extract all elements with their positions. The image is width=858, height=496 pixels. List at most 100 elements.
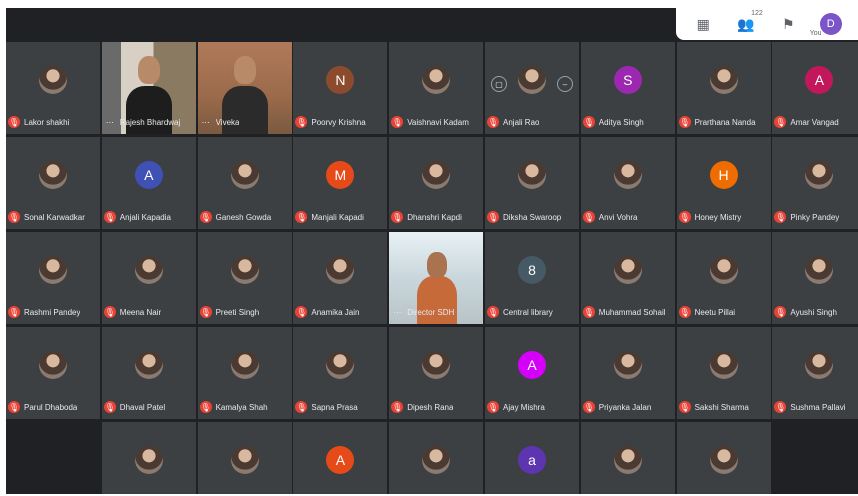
participant-tile[interactable]: 🎙 Ayushi Singh: [772, 232, 858, 324]
participant-tile[interactable]: A 🎙 Ajay Mishra: [485, 327, 579, 419]
participant-avatar: [709, 256, 738, 284]
participant-tile[interactable]: ▢ – 🎙 Anjali Rao: [485, 42, 579, 134]
participant-tile[interactable]: ⋯ Viveka: [197, 42, 292, 134]
participant-tile[interactable]: 🎙 Sushma Pallavi: [772, 327, 858, 419]
participant-tile[interactable]: 🎙 Vaishnavi Kadam: [389, 42, 484, 134]
participant-avatar: [326, 256, 355, 284]
mic-muted-icon: 🎙: [295, 306, 308, 318]
participant-avatar: [805, 161, 834, 189]
participant-grid: 🎙 Lakor shakhi ⋯ Rajesh Bhardwaj ⋯ Viveka N 🎙 Po…: [6, 42, 858, 494]
self-avatar-wrap[interactable]: D You: [810, 13, 842, 37]
participant-avatar: [422, 446, 451, 474]
mic-muted-icon: 🎙: [678, 401, 691, 413]
participant-tile[interactable]: 🎙 Sapna Prasa: [293, 327, 388, 419]
participant-tile[interactable]: 🎙 Lakor shakhi: [6, 42, 100, 134]
participant-tile[interactable]: 🎙Khushi Pandey: [389, 422, 484, 494]
participant-avatar: [709, 66, 738, 94]
participant-tile[interactable]: 🎙 Ganesh Gowda: [197, 137, 292, 229]
participant-name: Dhanshri Kapdi: [407, 212, 462, 222]
participant-avatar: [613, 256, 642, 284]
participant-avatar: [613, 446, 642, 474]
participant-avatar: M: [326, 161, 355, 189]
participant-tile[interactable]: 🎙 Meena Nair: [101, 232, 196, 324]
participant-tile[interactable]: 🎙 Pinky Pandey: [772, 137, 858, 229]
participant-name: Sonal Karwadkar: [24, 212, 85, 222]
participant-tile[interactable]: 🎙 Prarthana Nanda: [676, 42, 771, 134]
participant-tile[interactable]: 🎙 Sakshi Sharma: [676, 327, 771, 419]
participant-avatar: [805, 351, 834, 379]
mic-muted-icon: 🎙: [103, 211, 116, 223]
participant-name: Poorvy Krishna: [311, 117, 366, 127]
participant-tile[interactable]: A 🎙 Anjali Kapadia: [101, 137, 196, 229]
participant-tile[interactable]: 🎙 Kamalya Shah: [197, 327, 292, 419]
participant-tile[interactable]: a🎙Albin anthony: [485, 422, 579, 494]
participant-name-row: 🎙 Muhammad Sohail: [582, 306, 673, 318]
participant-tile[interactable]: M 🎙 Manjali Kapadi: [293, 137, 388, 229]
participant-tile[interactable]: 🎙 Dhaval Patel: [101, 327, 196, 419]
participant-avatar: [39, 161, 67, 189]
mic-muted-icon: 🎙: [678, 306, 691, 318]
more-options-icon: ⋯: [105, 117, 114, 127]
participant-tile[interactable]: 8 🎙 Central library: [485, 232, 579, 324]
participant-tile[interactable]: 🎙 Dhanshri Kapdi: [389, 137, 484, 229]
participant-tile[interactable]: 🎙 Parul Dhaboda: [6, 327, 100, 419]
remove-icon[interactable]: –: [557, 76, 573, 92]
participant-name: Pinky Pandey: [790, 212, 840, 222]
flag-icon[interactable]: ⚑: [777, 13, 799, 35]
participant-tile[interactable]: S 🎙 Aditya Singh: [580, 42, 675, 134]
participant-tile[interactable]: ⋯ Director SDH: [389, 232, 484, 324]
participant-tile[interactable]: 🎙 Muhammad Sohail: [580, 232, 675, 324]
participant-tile[interactable]: 🎙 Anamika Jain: [293, 232, 388, 324]
participant-tile[interactable]: N 🎙 Poorvy Krishna: [293, 42, 388, 134]
participant-name: Vaishnavi Kadam: [407, 117, 469, 127]
participant-avatar: [134, 446, 163, 474]
participant-avatar: A: [134, 161, 163, 189]
more-options-icon: ⋯: [201, 117, 210, 127]
participant-name: Kamalya Shah: [215, 402, 268, 412]
participant-name: Rashmi Pandey: [24, 307, 81, 317]
participant-tile[interactable]: 🎙 Diksha Swaroop: [485, 137, 579, 229]
participant-avatar: [422, 351, 451, 379]
participant-tile[interactable]: 🎙RAMAN KOHLI: [580, 422, 675, 494]
mic-muted-icon: 🎙: [295, 211, 308, 223]
people-icon[interactable]: 👥 122: [735, 10, 763, 35]
participant-avatar: S: [613, 66, 642, 94]
participant-tile[interactable]: ⋯ Rajesh Bhardwaj: [101, 42, 196, 134]
participants-count: 122: [751, 10, 763, 17]
mic-muted-icon: 🎙: [391, 116, 404, 128]
participant-name: Central library: [503, 307, 553, 317]
participant-tile[interactable]: 🎙 Preeti Singh: [197, 232, 292, 324]
participant-tile[interactable]: H 🎙 Honey Mistry: [676, 137, 771, 229]
participant-name-row: 🎙 Amar Vangad: [774, 116, 858, 128]
people-grid-icon[interactable]: ▦: [692, 13, 714, 35]
mic-muted-icon: 🎙: [487, 306, 499, 318]
participant-name: Director SDH: [407, 307, 455, 317]
participant-name-row: 🎙 Preeti Singh: [199, 306, 290, 318]
participant-tile[interactable]: 🎙Sajal Gupta: [101, 422, 196, 494]
top-bar: ▦ 👥 122 ⚑ D You: [6, 8, 858, 40]
participant-name-row: 🎙 Sakshi Sharma: [678, 401, 769, 413]
participant-name-row: 🎙 Poorvy Krishna: [295, 116, 385, 128]
participant-tile[interactable]: 🎙 Rashmi Pandey: [6, 232, 100, 324]
participant-tile[interactable]: 🎙Raju S. Mahato: [197, 422, 292, 494]
participant-tile[interactable]: 🎙 Anvi Vohra: [580, 137, 675, 229]
participant-avatar: [230, 351, 259, 379]
participant-avatar: [326, 351, 355, 379]
participant-tile[interactable]: 🎙 Sonal Karwadkar: [6, 137, 100, 229]
participant-avatar: [422, 161, 451, 189]
participant-tile[interactable]: A 🎙 Amar Vangad: [772, 42, 858, 134]
participant-name: Anjali Rao: [503, 117, 540, 127]
pin-icon[interactable]: ▢: [491, 76, 507, 92]
participant-name: Ganesh Gowda: [215, 212, 272, 222]
participant-tile[interactable]: 🎙 Neetu Pillai: [676, 232, 771, 324]
participant-name-row: 🎙 Manjali Kapadi: [295, 211, 385, 223]
video-face: [233, 56, 256, 84]
mic-muted-icon: 🎙: [295, 401, 308, 413]
mic-muted-icon: 🎙: [487, 116, 499, 128]
participant-name: Prarthana Nanda: [694, 117, 756, 127]
participant-tile[interactable]: 🎙 Dipesh Rana: [389, 327, 484, 419]
participant-name: Sushma Pallavi: [790, 402, 846, 412]
participant-tile[interactable]: 🎙Arya Nair: [676, 422, 771, 494]
participant-tile[interactable]: A🎙Akshay Yadav: [293, 422, 388, 494]
participant-tile[interactable]: 🎙 Priyanka Jalan: [580, 327, 675, 419]
